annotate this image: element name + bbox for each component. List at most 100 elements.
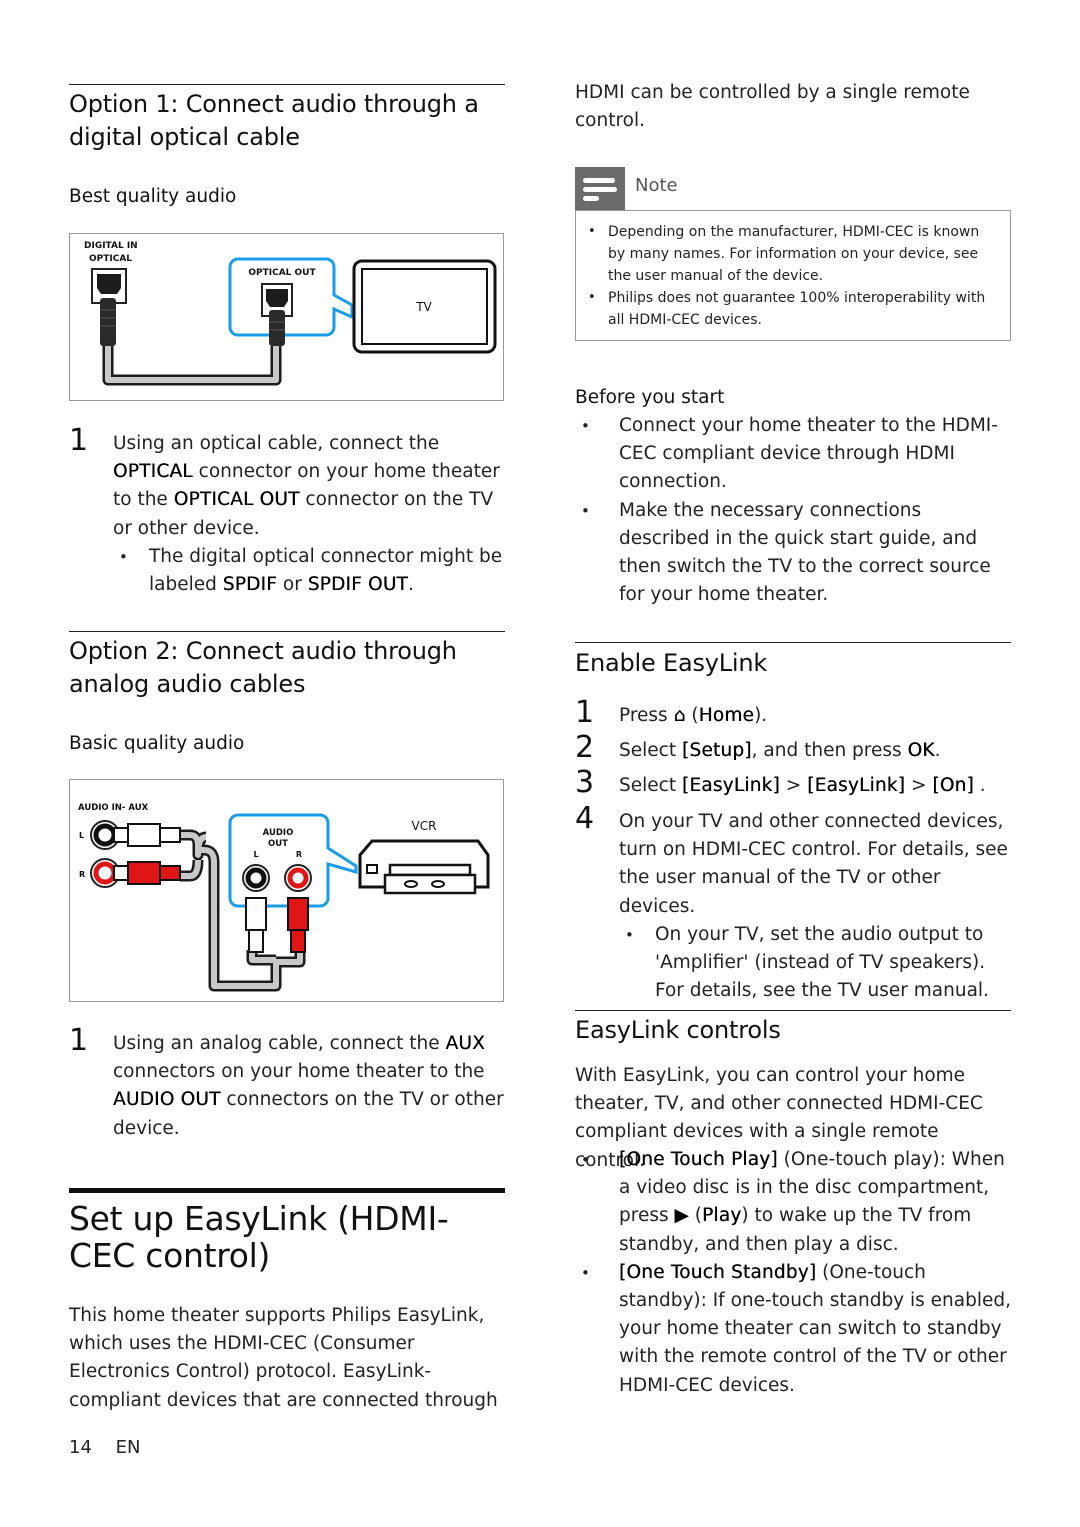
option1-heading: Option 1: Connect audio through a digita… bbox=[69, 90, 479, 151]
aux-left-jack-ring bbox=[93, 823, 117, 847]
red-plug-vertical-tail bbox=[290, 929, 306, 953]
analog-connection-figure: AUDIO IN- AUX L R AUDIO OUT L R VCR bbox=[69, 779, 504, 1002]
aux-left-label: L bbox=[79, 831, 84, 840]
step-number: 1 bbox=[69, 423, 89, 458]
cassette-reel-left bbox=[404, 880, 418, 888]
audio-out-left-ring bbox=[245, 867, 267, 889]
optical-cable-outline bbox=[102, 346, 282, 386]
step-text: Select [Setup], and then press OK. bbox=[619, 737, 1011, 765]
text-run: Select bbox=[619, 775, 682, 796]
white-plug-body bbox=[127, 823, 161, 847]
step-text: Using an optical cable, connect the OPTI… bbox=[113, 430, 505, 599]
optical-plug-body-left bbox=[100, 298, 116, 346]
note-label: Note bbox=[635, 175, 678, 196]
step-text: Select [EasyLink] > [EasyLink] > [On] . bbox=[619, 772, 1011, 800]
text-run: , and then press bbox=[751, 740, 908, 761]
audio-out-left-label: L bbox=[253, 850, 258, 859]
step-text: On your TV and other connected devices, … bbox=[619, 808, 1011, 1005]
vcr-label: VCR bbox=[412, 819, 437, 833]
keyword-on: [On] bbox=[932, 775, 974, 796]
step-4-bullet: On your TV, set the audio output to 'Amp… bbox=[619, 921, 1011, 1006]
keyword-aux: AUX bbox=[445, 1033, 485, 1054]
keyword-play: Play bbox=[702, 1205, 742, 1227]
text-run: Using an analog cable, connect the bbox=[113, 1033, 446, 1054]
cassette-reel-right bbox=[431, 880, 445, 888]
control-item-one-touch-standby: [One Touch Standby] (One-touch standby):… bbox=[575, 1259, 1011, 1400]
page-footer: 14 EN bbox=[69, 1437, 140, 1458]
aux-right-jack-ring bbox=[93, 861, 117, 885]
step-number: 3 bbox=[575, 765, 595, 800]
step-number: 1 bbox=[575, 695, 595, 730]
white-plug-vertical-tail bbox=[248, 929, 264, 953]
text-run: ). bbox=[754, 705, 768, 726]
section-divider bbox=[69, 631, 505, 632]
keyword-one-touch-play: [One Touch Play] bbox=[619, 1149, 778, 1170]
intro-continuation: HDMI can be controlled by a single remot… bbox=[575, 82, 970, 132]
step-text: Press ⌂ (Home). bbox=[619, 702, 1011, 730]
chapter-divider bbox=[69, 1188, 505, 1193]
text-run: . bbox=[973, 775, 986, 796]
audio-out-right-ring bbox=[287, 867, 309, 889]
white-plug-vertical bbox=[245, 897, 267, 931]
note-item: Philips does not guarantee 100% interope… bbox=[586, 287, 998, 331]
note-box: Depending on the manufacturer, HDMI-CEC … bbox=[575, 210, 1011, 341]
language-code: EN bbox=[115, 1437, 141, 1458]
keyword-ok: OK bbox=[907, 740, 935, 761]
digital-in-label-line2: OPTICAL bbox=[89, 254, 132, 264]
control-item-one-touch-play: [One Touch Play] (One-touch play): When … bbox=[575, 1146, 1011, 1259]
vcr-cassette bbox=[383, 873, 477, 895]
keyword-optical-out: OPTICAL OUT bbox=[173, 489, 300, 511]
text-run: ( bbox=[688, 1205, 703, 1227]
play-icon: ▶ bbox=[674, 1205, 689, 1227]
controls-list: [One Touch Play] (One-touch play): When … bbox=[575, 1146, 1011, 1400]
option1-subheading: Best quality audio bbox=[69, 186, 237, 207]
text-run: connectors on your home theater to the bbox=[113, 1061, 485, 1083]
red-plug-tail bbox=[159, 865, 181, 881]
digital-in-label-line1: DIGITAL IN bbox=[84, 241, 138, 251]
note-icon bbox=[575, 167, 625, 210]
step-text: Using an analog cable, connect the AUX c… bbox=[113, 1030, 505, 1143]
before-list: Connect your home theater to the HDMI-CE… bbox=[575, 412, 1011, 609]
keyword-optical: OPTICAL bbox=[113, 461, 193, 483]
text-run: Using an optical cable, connect the bbox=[113, 433, 440, 454]
section-divider bbox=[575, 1010, 1011, 1011]
chapter-intro: This home theater supports Philips EasyL… bbox=[69, 1305, 498, 1411]
option1-bullet: The digital optical connector might be l… bbox=[113, 543, 505, 599]
keyword-spdif-out: SPDIF OUT bbox=[307, 574, 409, 596]
audio-out-right-label: R bbox=[296, 850, 302, 859]
section-divider bbox=[575, 642, 1011, 643]
before-item: Make the necessary connections described… bbox=[575, 497, 1011, 610]
red-plug-vertical bbox=[287, 897, 309, 931]
text-run: > bbox=[779, 775, 808, 796]
option2-subheading: Basic quality audio bbox=[69, 733, 245, 754]
step-number: 1 bbox=[69, 1023, 89, 1058]
text-run: . bbox=[934, 740, 941, 761]
vcr-button bbox=[366, 864, 378, 874]
red-plug-body bbox=[127, 861, 161, 885]
text-run: ( bbox=[685, 705, 699, 726]
home-icon: ⌂ bbox=[673, 705, 686, 726]
keyword-one-touch-standby: [One Touch Standby] bbox=[619, 1261, 817, 1283]
audio-in-aux-label: AUDIO IN- AUX bbox=[78, 803, 149, 813]
tv-label: TV bbox=[415, 300, 432, 314]
before-heading: Before you start bbox=[575, 387, 725, 408]
optical-plug-right bbox=[266, 289, 288, 307]
note-item: Depending on the manufacturer, HDMI-CEC … bbox=[586, 221, 998, 287]
option2-heading: Option 2: Connect audio through analog a… bbox=[69, 637, 457, 698]
keyword-audio-out: AUDIO OUT bbox=[113, 1089, 221, 1111]
optical-plug-body-right bbox=[269, 310, 285, 346]
text-run: Select bbox=[619, 740, 682, 761]
enable-heading: Enable EasyLink bbox=[575, 649, 768, 677]
text-run: > bbox=[905, 775, 933, 796]
step-number: 4 bbox=[575, 801, 595, 836]
white-plug-tail bbox=[159, 827, 181, 843]
note-block: Note Depending on the manufacturer, HDMI… bbox=[575, 160, 1011, 342]
audio-out-label-line2: OUT bbox=[268, 839, 288, 849]
keyword-spdif: SPDIF bbox=[222, 574, 277, 596]
step-4-text: On your TV and other connected devices, … bbox=[619, 811, 1008, 917]
optical-plug-left bbox=[97, 274, 121, 294]
aux-right-label: R bbox=[79, 870, 85, 879]
chapter-heading: Set up EasyLink (HDMI-CEC control) bbox=[69, 1199, 449, 1275]
optical-out-label: OPTICAL OUT bbox=[248, 268, 316, 278]
step-number: 2 bbox=[575, 730, 595, 765]
